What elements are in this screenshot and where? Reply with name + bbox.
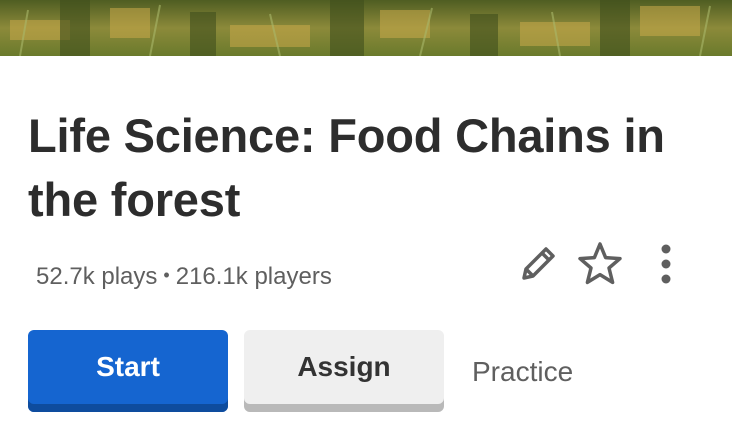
edit-button[interactable] bbox=[512, 236, 564, 292]
star-icon bbox=[576, 240, 624, 288]
quiz-stats: 52.7k plays • 216.1k players bbox=[36, 262, 332, 293]
quiz-detail-page: Life Science: Food Chains in the forest … bbox=[0, 0, 732, 434]
more-vertical-icon bbox=[658, 240, 674, 288]
stats-separator: • bbox=[163, 265, 170, 285]
favorite-button[interactable] bbox=[574, 236, 626, 292]
start-button[interactable]: Start bbox=[28, 330, 228, 412]
plays-count: 52.7k plays bbox=[36, 263, 158, 290]
quiz-title: Life Science: Food Chains in the forest bbox=[28, 109, 665, 226]
pencil-icon bbox=[516, 242, 560, 286]
banner-image bbox=[0, 0, 732, 56]
more-options-button[interactable] bbox=[640, 236, 692, 292]
quiz-action-icons bbox=[512, 236, 692, 292]
assign-button[interactable]: Assign bbox=[244, 330, 444, 412]
practice-button[interactable]: Practice bbox=[472, 352, 573, 392]
players-count: 216.1k players bbox=[175, 263, 332, 290]
